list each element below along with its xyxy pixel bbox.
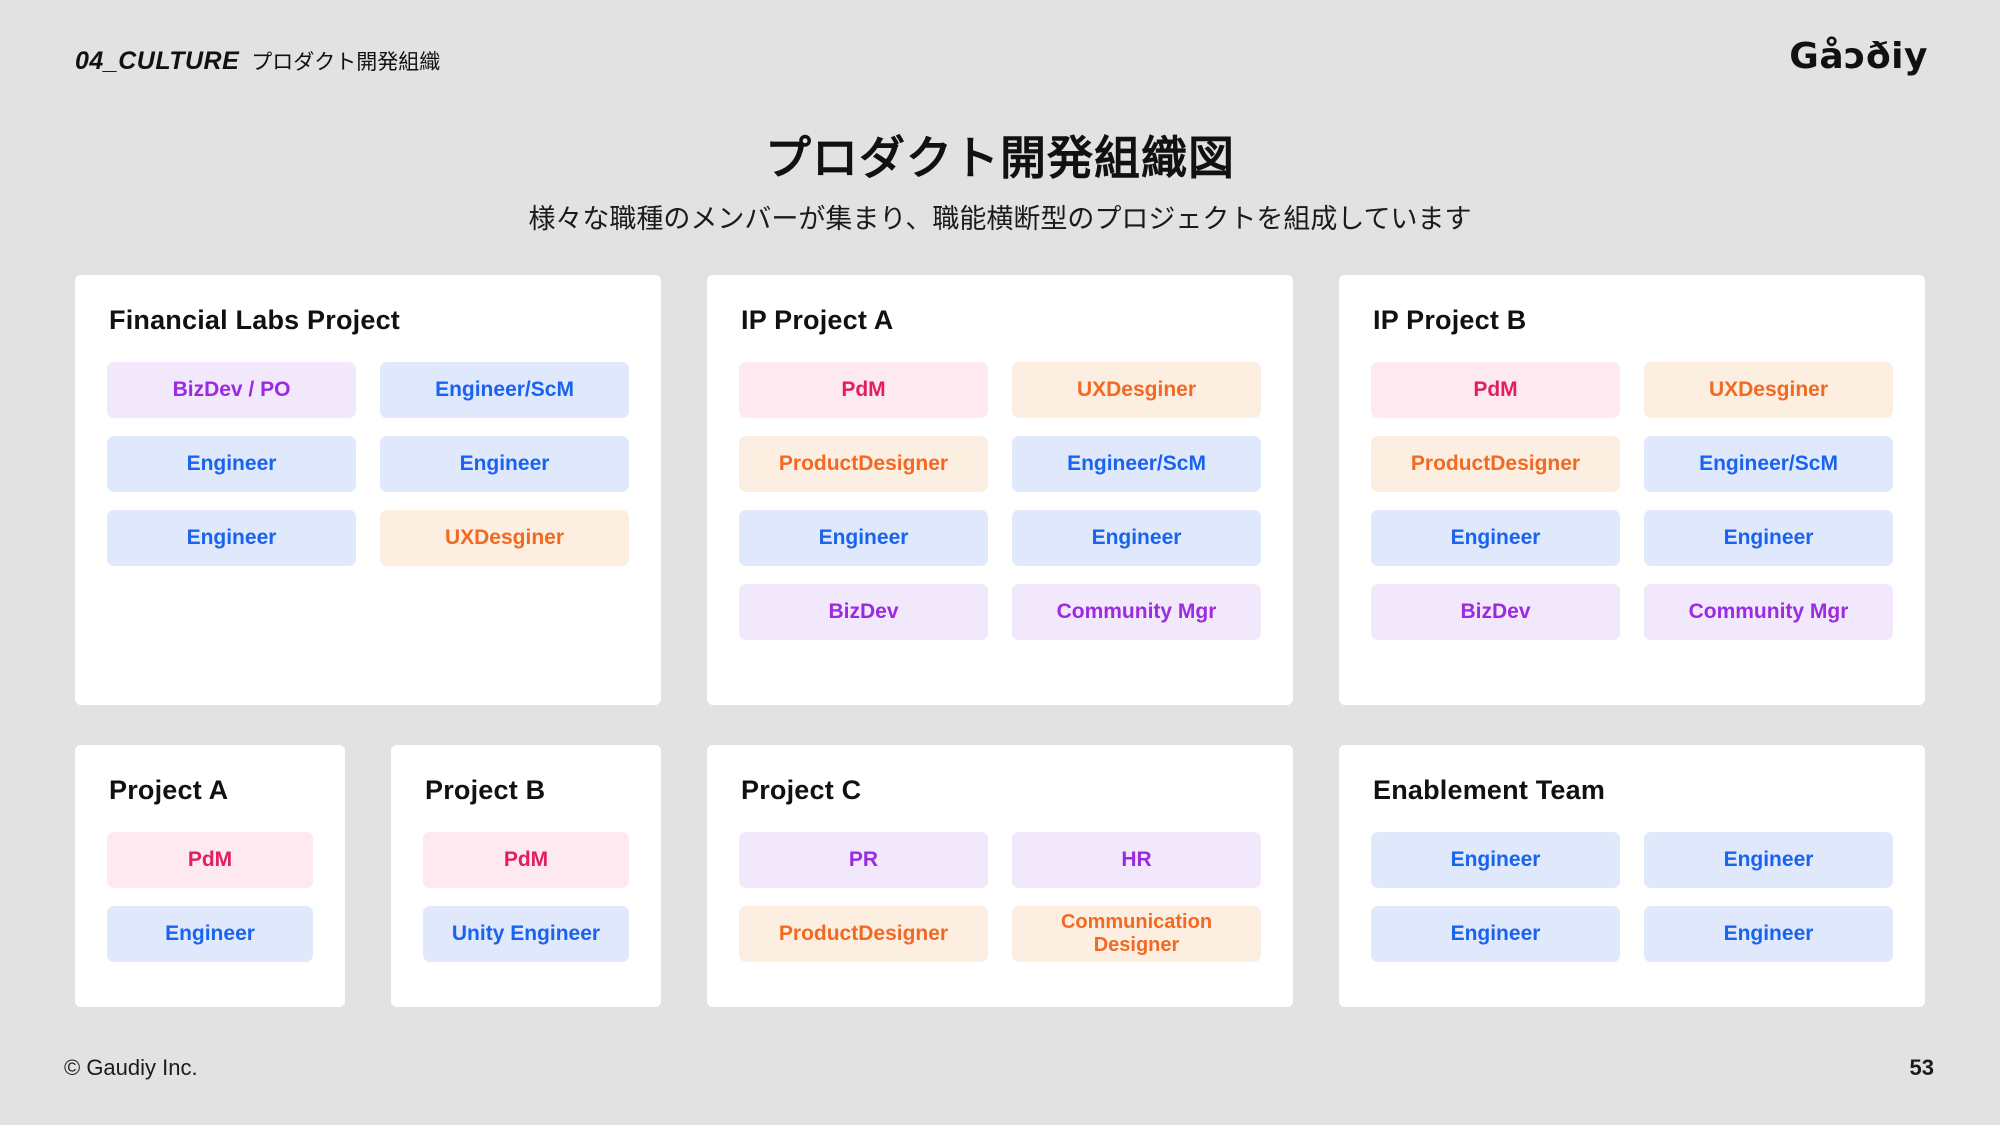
role-pill[interactable]: PdM (1371, 362, 1620, 418)
card-title: Enablement Team (1373, 775, 1606, 805)
role-pill[interactable]: Engineer (380, 436, 629, 492)
role-pill[interactable]: HR (1012, 832, 1261, 888)
slide-header: 04_CULTURE プロダクト開発組織 (75, 46, 440, 76)
role-pill[interactable]: Engineer (1644, 906, 1893, 962)
role-pill-grid: Engineer Engineer Engineer Engineer (1371, 832, 1893, 962)
card-title: Financial Labs Project (109, 305, 400, 335)
card-financial-labs-project: Financial Labs Project BizDev / PO Engin… (75, 275, 661, 705)
org-chart-board: Financial Labs Project BizDev / PO Engin… (75, 275, 1925, 1007)
role-pill[interactable]: Engineer (739, 510, 988, 566)
role-pill[interactable]: Communication Designer (1012, 906, 1261, 962)
role-pill[interactable]: Engineer (1644, 510, 1893, 566)
role-pill[interactable]: PdM (739, 362, 988, 418)
role-pill[interactable]: Engineer/ScM (1644, 436, 1893, 492)
page-title: プロダクト開発組織図 (765, 132, 1235, 184)
card-title: Project C (741, 775, 862, 805)
role-pill-grid: PdM Engineer (107, 832, 313, 962)
role-pill[interactable]: Engineer (1371, 906, 1620, 962)
role-pill[interactable]: Engineer (107, 436, 356, 492)
role-pill[interactable]: Engineer/ScM (1012, 436, 1261, 492)
role-pill-grid: PdM UXDesginer ProductDesigner Engineer/… (1371, 362, 1893, 640)
brand-logo: Gåɔðiy (1789, 36, 1928, 77)
card-project-c: Project C PR HR ProductDesigner Communic… (707, 745, 1293, 1007)
role-pill[interactable]: Engineer (1371, 510, 1620, 566)
role-pill[interactable]: PR (739, 832, 988, 888)
role-pill[interactable]: BizDev (1371, 584, 1620, 640)
role-pill[interactable]: Engineer (1012, 510, 1261, 566)
role-pill[interactable]: UXDesginer (380, 510, 629, 566)
header-eyebrow: 04_CULTURE (75, 47, 240, 75)
role-pill[interactable]: BizDev (739, 584, 988, 640)
role-pill[interactable]: ProductDesigner (739, 436, 988, 492)
role-pill-grid: PdM Unity Engineer (423, 832, 629, 962)
card-project-b: Project B PdM Unity Engineer (391, 745, 661, 1007)
role-pill[interactable]: Community Mgr (1644, 584, 1893, 640)
role-pill[interactable]: Engineer (107, 510, 356, 566)
role-pill[interactable]: Engineer (1371, 832, 1620, 888)
card-title: Project B (425, 775, 546, 805)
role-pill[interactable]: Engineer (107, 906, 313, 962)
card-title: IP Project A (741, 305, 894, 335)
header-section-label: プロダクト開発組織 (251, 51, 441, 74)
role-pill[interactable]: Unity Engineer (423, 906, 629, 962)
role-pill-grid: BizDev / PO Engineer/ScM Engineer Engine… (107, 362, 629, 566)
card-enablement-team: Enablement Team Engineer Engineer Engine… (1339, 745, 1925, 1007)
footer-page-number: 53 (1909, 1055, 1934, 1080)
role-pill[interactable]: PdM (423, 832, 629, 888)
card-title: IP Project B (1373, 305, 1527, 335)
role-pill[interactable]: UXDesginer (1012, 362, 1261, 418)
role-pill[interactable]: ProductDesigner (1371, 436, 1620, 492)
role-pill[interactable]: Engineer (1644, 832, 1893, 888)
org-chart-row-bottom: Project A PdM Engineer Project B PdM Uni… (75, 745, 1925, 1007)
card-ip-project-b: IP Project B PdM UXDesginer ProductDesig… (1339, 275, 1925, 705)
role-pill[interactable]: PdM (107, 832, 313, 888)
role-pill[interactable]: ProductDesigner (739, 906, 988, 962)
card-ip-project-a: IP Project A PdM UXDesginer ProductDesig… (707, 275, 1293, 705)
page-subtitle: 様々な職種のメンバーが集まり、職能横断型のプロジェクトを組成しています (528, 204, 1472, 234)
role-pill-grid: PR HR ProductDesigner Communication Desi… (739, 832, 1261, 962)
card-title: Project A (109, 775, 229, 805)
role-pill[interactable]: Community Mgr (1012, 584, 1261, 640)
role-pill[interactable]: UXDesginer (1644, 362, 1893, 418)
org-chart-row-top: Financial Labs Project BizDev / PO Engin… (75, 275, 1925, 705)
role-pill[interactable]: Engineer/ScM (380, 362, 629, 418)
role-pill-grid: PdM UXDesginer ProductDesigner Engineer/… (739, 362, 1261, 640)
card-project-a: Project A PdM Engineer (75, 745, 345, 1007)
footer-copyright: © Gaudiy Inc. (64, 1055, 198, 1080)
role-pill[interactable]: BizDev / PO (107, 362, 356, 418)
